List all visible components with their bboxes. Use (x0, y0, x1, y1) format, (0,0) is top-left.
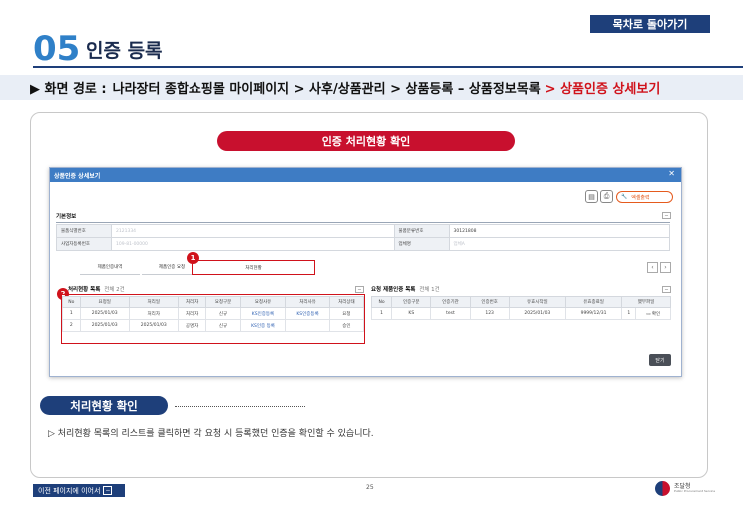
close-button[interactable]: 닫기 (649, 354, 671, 366)
basic-info-label: 기본정보 (56, 214, 77, 220)
dotted-leader (175, 406, 305, 407)
cell-valid-start: 2025/01/03 (508, 307, 566, 320)
basic-info-table: 물품식별번호 2121334 물품분류번호 30121808 사업자등록번호 1… (56, 224, 671, 251)
field-label: 물품분류번호 (393, 224, 450, 238)
column-header: 인증번호 (469, 296, 510, 308)
cell-no: 1 (370, 307, 393, 320)
card-title: 인증 처리현황 확인 (217, 131, 515, 151)
tab-processing-status[interactable]: 처리현황 (192, 260, 315, 275)
column-header: 유효시작일 (508, 296, 566, 308)
excel-export-label: 엑셀출력 (631, 194, 650, 201)
section-number: 05 (33, 29, 81, 69)
processing-list-title: 처리현황 목록 (68, 287, 101, 293)
path-current: > 상품인증 상세보기 (544, 82, 661, 97)
print-icon[interactable]: ⎙ (600, 190, 613, 203)
cell-valid-end: 9999/12/31 (564, 307, 623, 320)
requested-cert-list-title: 요청 제품인증 목록 (371, 287, 416, 293)
field-label: 사업자등록번호 (56, 237, 112, 251)
collapse-icon[interactable]: − (662, 212, 671, 219)
table-header-row: No 인증구분 인증기관 인증번호 유효시작일 유효종료일 했부파일 (370, 296, 671, 308)
step-marker-1: 1 (187, 252, 199, 264)
basic-info-rule (56, 222, 670, 223)
header-divider (33, 66, 743, 68)
processing-list-label: 처리현황 목록 전체 2건 (68, 285, 125, 293)
attachment-check-button[interactable]: ▭ 확인 (635, 307, 671, 320)
column-header: 인증기관 (430, 296, 471, 308)
toc-button[interactable]: 목차로 돌아가기 (590, 15, 710, 33)
page-number: 25 (366, 484, 374, 491)
column-header: 인증구분 (391, 296, 432, 308)
previous-page-link[interactable]: 이전 페이지에 이어서 − (33, 484, 125, 497)
collapse-icon[interactable]: − (662, 286, 671, 293)
path-prefix: ▶ 화면 경로 : (30, 82, 107, 97)
field-value: 30121808 (448, 224, 671, 238)
field-value: 109-81-00000 (111, 237, 395, 251)
field-value: 업체A (448, 237, 671, 251)
chevron-left-icon[interactable]: ‹ (647, 262, 658, 273)
wrench-icon: 🔧 (621, 194, 628, 200)
save-icon[interactable]: ▤ (585, 190, 598, 203)
requested-cert-list-label: 요청 제품인증 목록 전체 1건 (371, 285, 440, 293)
info-row: 사업자등록번호 109-81-00000 업체명 업체A (56, 237, 671, 251)
product-cert-detail-dialog: 상품인증 상세보기 ✕ ▤ ⎙ 🔧 엑셀출력 기본정보 − 물품식별번호 212… (49, 167, 682, 377)
info-row: 물품식별번호 2121334 물품분류번호 30121808 (56, 224, 671, 238)
dialog-title: 상품인증 상세보기 (54, 172, 101, 180)
minus-box-icon: − (103, 486, 113, 495)
dialog-header: 상품인증 상세보기 ✕ (50, 168, 681, 182)
agency-emblem-icon (655, 481, 670, 496)
chevron-right-icon[interactable]: › (660, 262, 671, 273)
agency-name-en: Public Procurement Service (674, 489, 716, 494)
excel-export-button[interactable]: 🔧 엑셀출력 (616, 191, 673, 203)
field-label: 물품식별번호 (56, 224, 112, 238)
column-header: No (370, 296, 393, 308)
screen-path-bar: ▶ 화면 경로 : 나라장터 종합쇼핑몰 마이페이지 > 사후/상품관리 > 상… (0, 75, 743, 100)
requested-cert-table: No 인증구분 인증기관 인증번호 유효시작일 유효종료일 했부파일 1 KS … (370, 296, 671, 320)
column-header: 유효종료일 (564, 296, 623, 308)
table-row[interactable]: 1 KS test 123 2025/01/03 9999/12/31 1 ▭ … (370, 307, 671, 320)
requested-cert-list-count: 전체 1건 (419, 287, 440, 293)
field-value: 2121334 (111, 224, 395, 238)
description-text: ▷ 처리현황 목록의 리스트를 클릭하면 각 요청 시 등록했던 인증을 확인할… (48, 429, 374, 439)
cell-cert-number: 123 (469, 307, 510, 320)
tab-cert-history[interactable]: 제품인증내역 (80, 260, 140, 275)
cell-cert-type: KS (391, 307, 432, 320)
sub-section-title: 처리현황 확인 (40, 396, 168, 415)
cell-file-count: 1 (621, 307, 637, 320)
processing-list-highlight (61, 294, 365, 344)
column-header: 했부파일 (621, 296, 671, 308)
section-title: 인증 등록 (86, 40, 163, 62)
field-label: 업체명 (393, 237, 450, 251)
processing-list-count: 전체 2건 (104, 287, 125, 293)
close-icon[interactable]: ✕ (668, 169, 675, 178)
cell-cert-agency: test (430, 307, 471, 320)
attachment-check-label: 확인 (651, 311, 661, 317)
path-trail: 나라장터 종합쇼핑몰 마이페이지 > 사후/상품관리 > 상품등록 – 상품정보… (112, 82, 541, 97)
previous-page-label: 이전 페이지에 이어서 (38, 486, 101, 495)
agency-logo: 조달청 Public Procurement Service (655, 481, 715, 496)
agency-logo-text: 조달청 Public Procurement Service (674, 483, 715, 495)
collapse-icon[interactable]: − (355, 286, 364, 293)
